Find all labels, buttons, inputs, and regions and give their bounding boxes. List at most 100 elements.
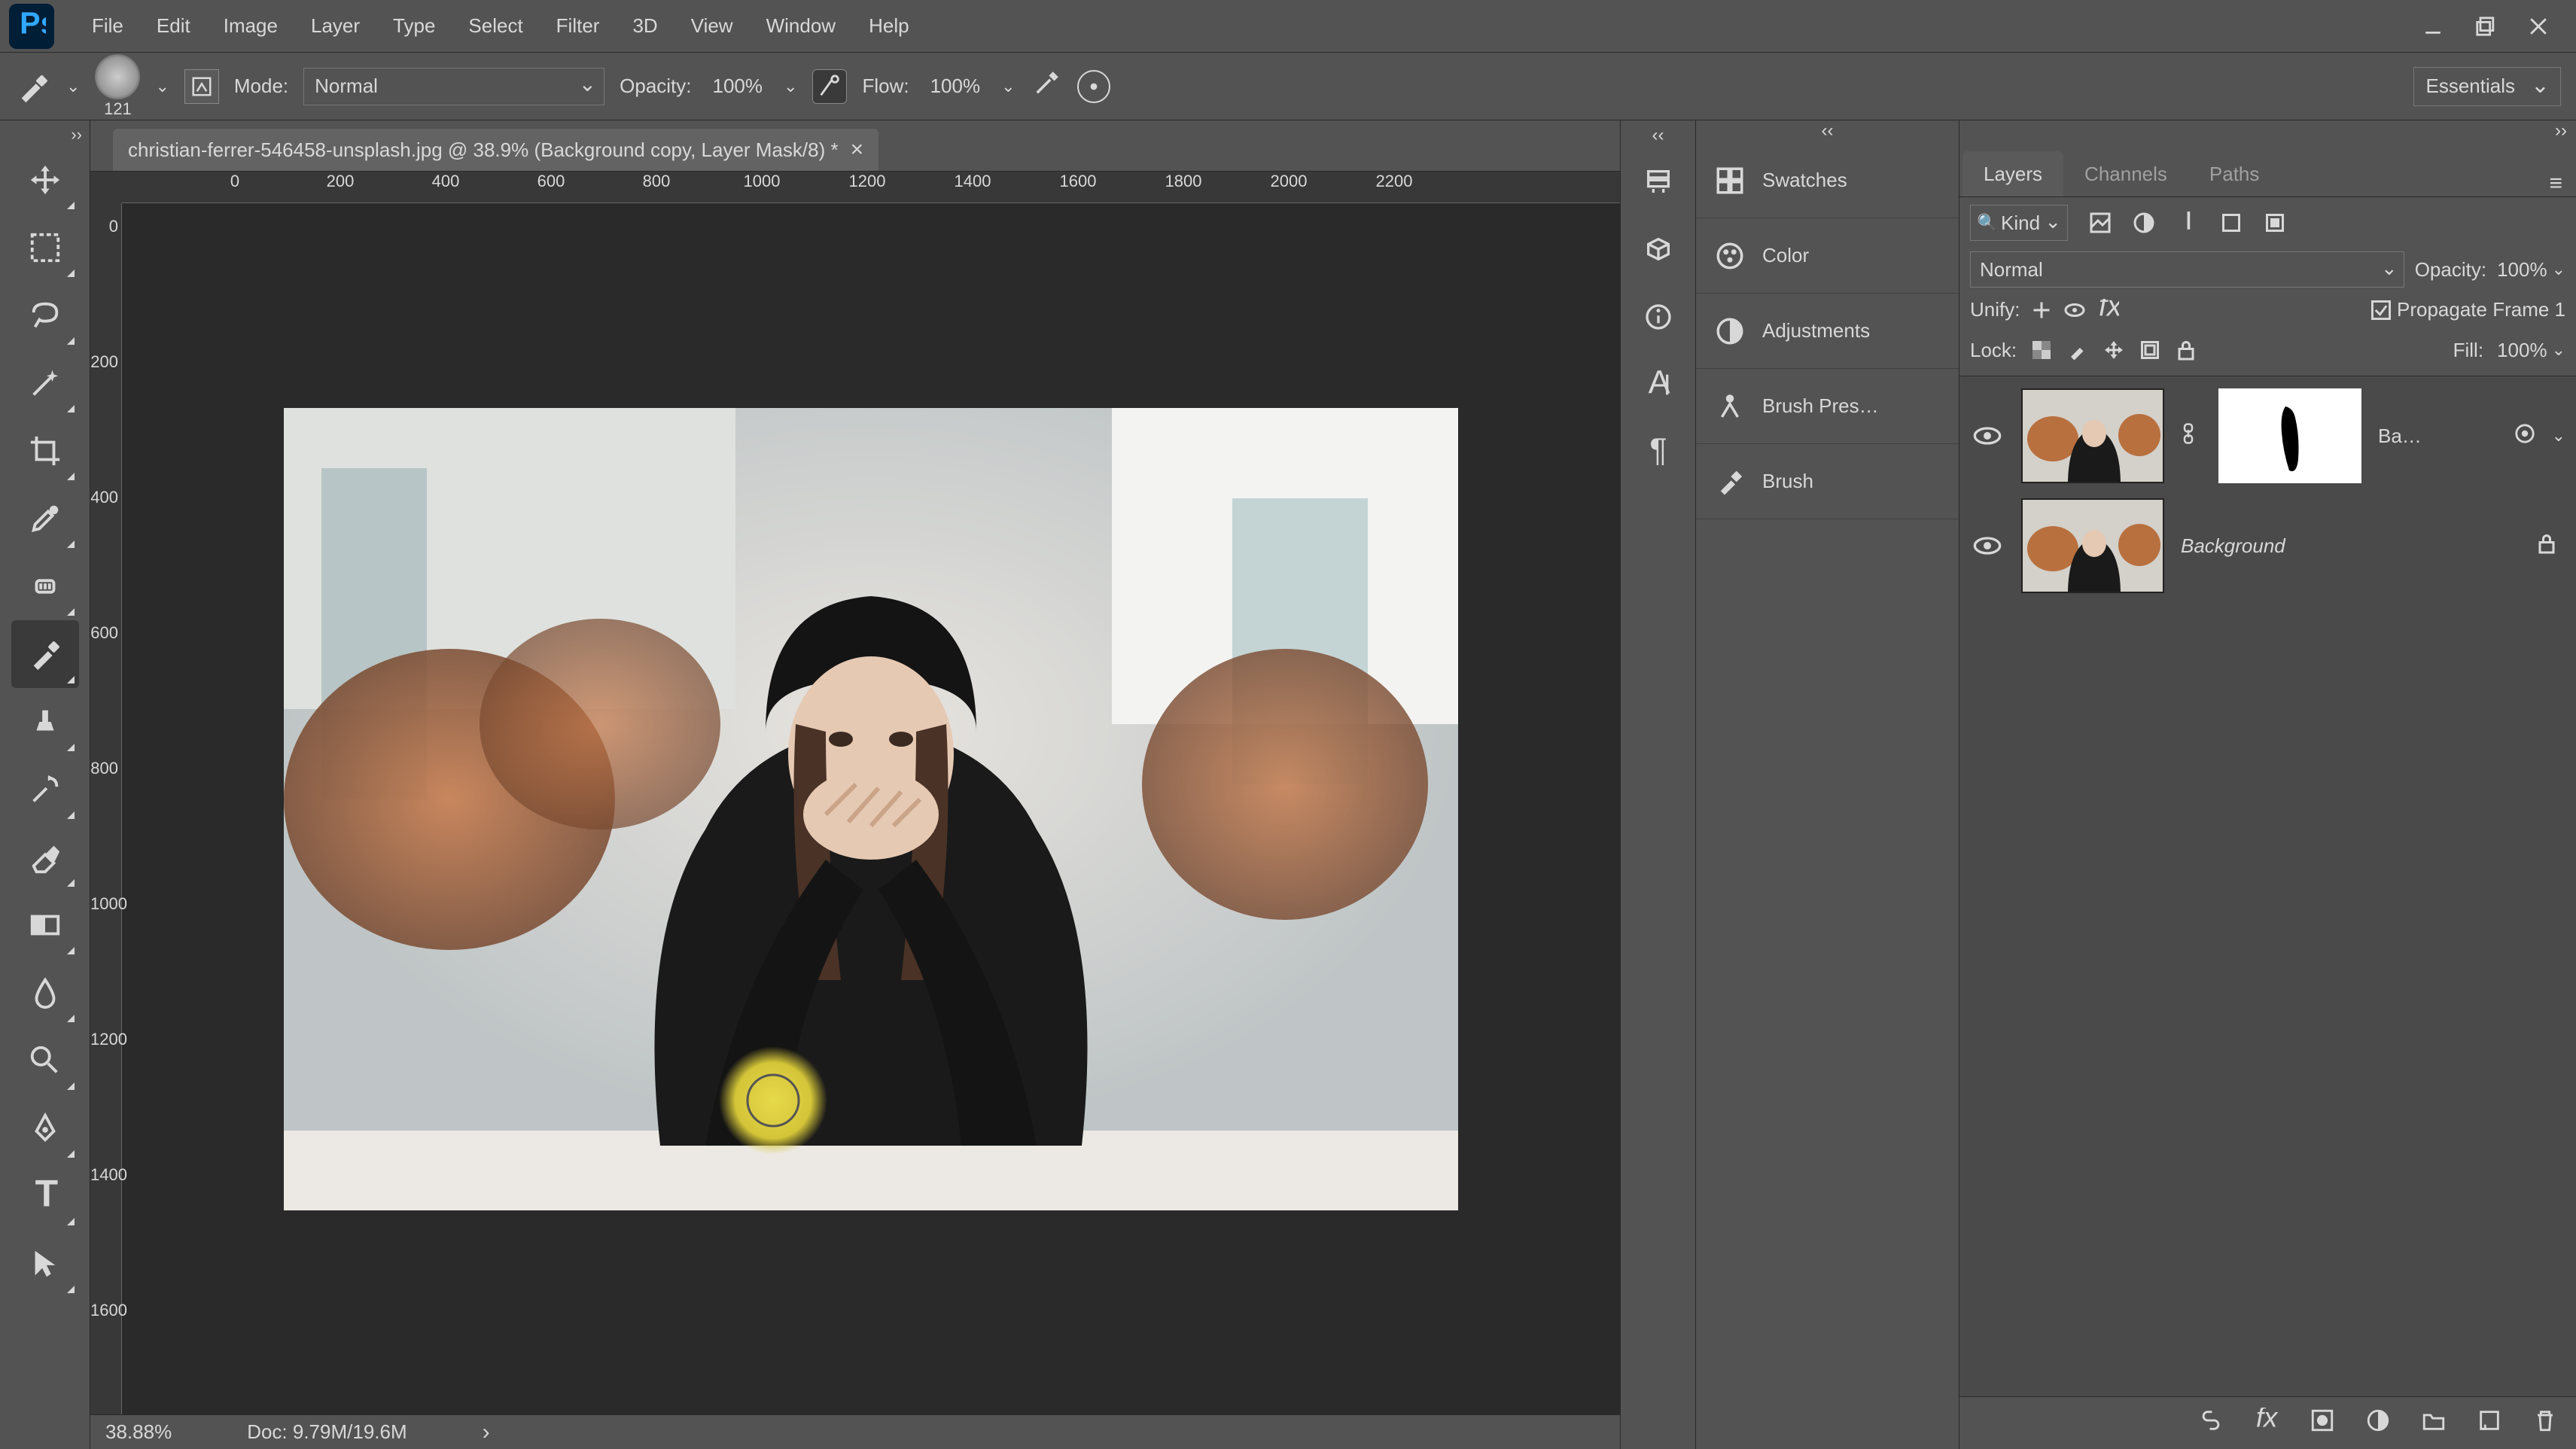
zoom-level[interactable]: 38.88%: [105, 1420, 172, 1444]
layers-list[interactable]: Ba… ⌄ Background: [1959, 376, 2576, 1396]
brush-panel-toggle-button[interactable]: [184, 69, 219, 104]
menu-view[interactable]: View: [674, 0, 750, 53]
layer-opacity-input[interactable]: 100%⌄: [2497, 251, 2565, 288]
layer-name[interactable]: Ba…: [2378, 425, 2498, 448]
panel-collapse-icon[interactable]: ››: [1959, 120, 2576, 143]
airbrush-button[interactable]: [1031, 68, 1062, 105]
toolbox-expand-icon[interactable]: ››: [0, 123, 90, 146]
smart-filter-indicator-icon[interactable]: [2514, 423, 2535, 449]
dodge-tool[interactable]: [11, 1027, 79, 1094]
tab-close-icon[interactable]: ×: [851, 137, 864, 163]
crop-tool[interactable]: [11, 417, 79, 485]
brush-preview[interactable]: 121: [95, 54, 140, 119]
lock-transparency-icon[interactable]: [2030, 339, 2053, 361]
brush-panel-tab[interactable]: Brush: [1696, 444, 1959, 519]
panel-collapse-icon[interactable]: ‹‹: [1621, 125, 1695, 148]
pressure-opacity-button[interactable]: [812, 69, 847, 104]
panel-menu-icon[interactable]: ≡: [2535, 171, 2576, 196]
tab-layers[interactable]: Layers: [1962, 151, 2063, 196]
workspace-switcher[interactable]: Essentials: [2413, 67, 2562, 106]
history-brush-tool[interactable]: [11, 756, 79, 823]
lock-position-icon[interactable]: [2103, 339, 2125, 361]
tab-paths[interactable]: Paths: [2188, 151, 2281, 196]
history-panel-icon[interactable]: [1632, 148, 1685, 215]
magic-wand-tool[interactable]: [11, 349, 79, 417]
window-close-icon[interactable]: [2523, 15, 2553, 38]
layer-mask-thumbnail[interactable]: [2218, 388, 2361, 483]
brush-presets-panel-tab[interactable]: Brush Pres…: [1696, 369, 1959, 444]
window-restore-icon[interactable]: [2471, 15, 2501, 38]
healing-brush-tool[interactable]: [11, 553, 79, 620]
new-group-icon[interactable]: [2421, 1408, 2447, 1438]
status-expand-icon[interactable]: ›: [483, 1420, 490, 1445]
unify-visibility-icon[interactable]: [2063, 299, 2086, 321]
path-selection-tool[interactable]: [11, 1230, 79, 1298]
move-tool[interactable]: [11, 146, 79, 214]
layer-thumbnail[interactable]: [2021, 388, 2164, 483]
lasso-tool[interactable]: [11, 282, 79, 349]
visibility-toggle-icon[interactable]: [1970, 528, 2005, 563]
window-minimize-icon[interactable]: [2418, 15, 2448, 38]
layer-fill-input[interactable]: 100%⌄: [2497, 332, 2565, 368]
layer-thumbnail[interactable]: [2021, 498, 2164, 593]
current-tool-icon[interactable]: [15, 68, 51, 105]
new-layer-icon[interactable]: [2477, 1408, 2502, 1438]
new-adjustment-icon[interactable]: [2365, 1408, 2391, 1438]
menu-file[interactable]: File: [75, 0, 140, 53]
layer-expand-chevron-icon[interactable]: ⌄: [2552, 426, 2565, 446]
blend-mode-select[interactable]: Normal: [303, 68, 604, 105]
doc-info[interactable]: Doc: 9.79M/19.6M: [247, 1420, 406, 1444]
flow-input[interactable]: 100%: [924, 69, 987, 104]
layer-fx-icon[interactable]: fx: [2254, 1408, 2279, 1438]
eyedropper-tool[interactable]: [11, 485, 79, 553]
filter-type-icon[interactable]: T: [2173, 209, 2202, 237]
type-tool[interactable]: T: [11, 1162, 79, 1230]
unify-position-icon[interactable]: [2030, 299, 2053, 321]
layer-item[interactable]: Ba… ⌄: [1970, 387, 2565, 485]
ruler-horizontal[interactable]: 0 200 400 600 800 1000 1200 1400 1600 18…: [122, 172, 1620, 203]
swatches-panel-tab[interactable]: Swatches: [1696, 143, 1959, 218]
menu-layer[interactable]: Layer: [294, 0, 376, 53]
menu-help[interactable]: Help: [852, 0, 925, 53]
blur-tool[interactable]: [11, 959, 79, 1027]
lock-pixels-icon[interactable]: [2066, 339, 2089, 361]
opacity-input[interactable]: 100%: [707, 69, 769, 104]
tool-preset-chevron-icon[interactable]: ⌄: [66, 77, 80, 96]
layer-lock-icon[interactable]: [2535, 532, 2565, 560]
filter-adjustment-icon[interactable]: [2130, 209, 2158, 237]
brush-tool[interactable]: [11, 620, 79, 688]
clone-stamp-tool[interactable]: [11, 688, 79, 756]
filter-shape-icon[interactable]: [2217, 209, 2246, 237]
lock-all-icon[interactable]: [2175, 339, 2197, 361]
menu-type[interactable]: Type: [376, 0, 452, 53]
opacity-chevron-icon[interactable]: ⌄: [784, 77, 797, 96]
layer-filter-select[interactable]: Kind: [1970, 205, 2068, 241]
3d-panel-icon[interactable]: [1632, 215, 1685, 283]
menu-3d[interactable]: 3D: [616, 0, 674, 53]
eraser-tool[interactable]: [11, 823, 79, 891]
layer-name[interactable]: Background: [2181, 534, 2519, 558]
brush-picker-chevron-icon[interactable]: ⌄: [155, 77, 169, 96]
add-mask-icon[interactable]: [2310, 1408, 2335, 1438]
propagate-checkbox[interactable]: [2371, 300, 2391, 320]
gradient-tool[interactable]: [11, 891, 79, 959]
layer-item[interactable]: Background: [1970, 497, 2565, 595]
color-panel-tab[interactable]: Color: [1696, 218, 1959, 294]
pressure-size-button[interactable]: [1077, 70, 1110, 103]
visibility-toggle-icon[interactable]: [1970, 419, 2005, 453]
menu-select[interactable]: Select: [452, 0, 539, 53]
menu-image[interactable]: Image: [207, 0, 294, 53]
layer-blend-mode-select[interactable]: Normal: [1970, 251, 2404, 288]
pen-tool[interactable]: [11, 1094, 79, 1162]
info-panel-icon[interactable]: [1632, 283, 1685, 351]
flow-chevron-icon[interactable]: ⌄: [1001, 77, 1015, 96]
panel-collapse-icon[interactable]: ‹‹: [1696, 120, 1959, 143]
marquee-tool[interactable]: [11, 214, 79, 282]
filter-pixel-icon[interactable]: [2086, 209, 2115, 237]
document-tab[interactable]: christian-ferrer-546458-unsplash.jpg @ 3…: [113, 129, 878, 171]
menu-window[interactable]: Window: [750, 0, 852, 53]
character-panel-icon[interactable]: A: [1632, 351, 1685, 419]
delete-layer-icon[interactable]: [2532, 1408, 2558, 1438]
tab-channels[interactable]: Channels: [2063, 151, 2188, 196]
link-layers-icon[interactable]: [2198, 1408, 2224, 1438]
